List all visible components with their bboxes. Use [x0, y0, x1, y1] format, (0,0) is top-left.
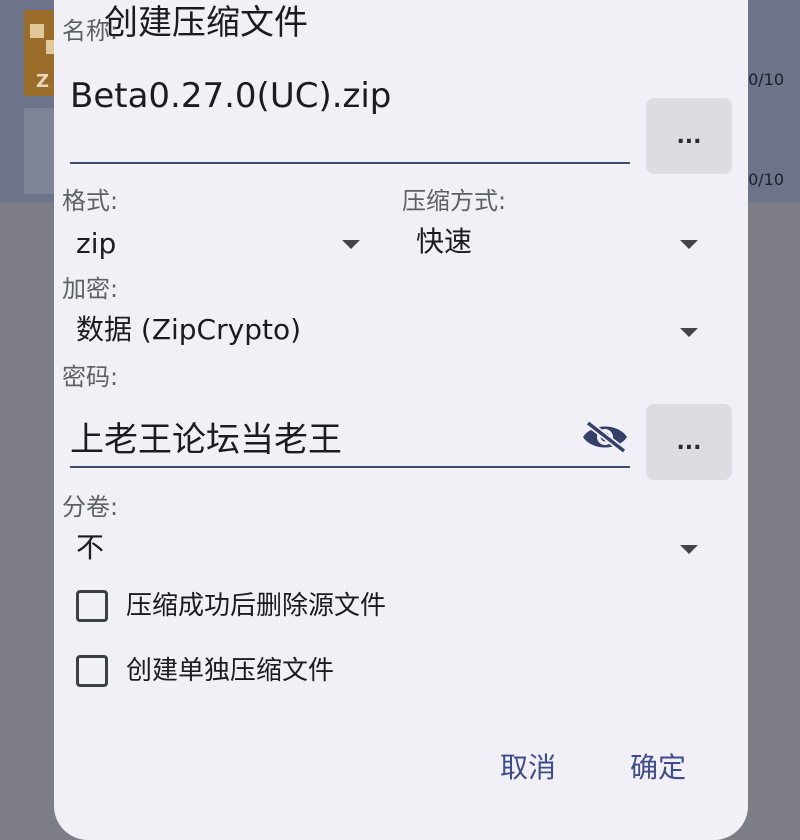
split-label: 分卷:: [62, 493, 119, 521]
format-select[interactable]: zip: [76, 226, 116, 262]
thumb-pattern: [30, 24, 44, 38]
password-button-label: ...: [676, 429, 702, 455]
password-input-underline: [70, 466, 630, 468]
dialog-title: 创建压缩文件: [104, 3, 308, 43]
encrypt-select[interactable]: 数据 (ZipCrypto): [76, 312, 301, 348]
cancel-button[interactable]: 取消: [500, 750, 556, 786]
format-label: 格式:: [62, 187, 119, 215]
password-generate-button[interactable]: ...: [646, 404, 732, 480]
browse-button[interactable]: ...: [646, 98, 732, 174]
password-input[interactable]: 上老王论坛当老王: [70, 418, 342, 462]
name-label: 名称:: [62, 17, 119, 45]
method-label: 压缩方式:: [402, 187, 507, 215]
delete-source-label: 压缩成功后删除源文件: [126, 591, 387, 621]
eye-off-icon[interactable]: [580, 420, 630, 454]
file-meta: 0/10: [748, 70, 784, 89]
file-meta: 0/10: [748, 170, 784, 189]
browse-button-label: ...: [676, 123, 702, 149]
separate-archive-checkbox[interactable]: [76, 655, 108, 687]
method-select[interactable]: 快速: [416, 224, 472, 260]
split-select[interactable]: 不: [76, 530, 104, 566]
separate-archive-label: 创建单独压缩文件: [126, 656, 335, 686]
thumb-letter: Z: [36, 71, 50, 92]
create-archive-dialog: 创建压缩文件 名称: Beta0.27.0(UC).zip ... 格式: 压缩…: [54, 0, 748, 840]
dropdown-arrow-icon[interactable]: [680, 240, 698, 249]
dropdown-arrow-icon[interactable]: [680, 545, 698, 554]
dropdown-arrow-icon[interactable]: [342, 240, 360, 249]
delete-source-checkbox[interactable]: [76, 590, 108, 622]
name-input-underline: [70, 162, 630, 164]
name-input[interactable]: Beta0.27.0(UC).zip: [70, 74, 391, 118]
dropdown-arrow-icon[interactable]: [680, 328, 698, 337]
password-label: 密码:: [62, 363, 119, 391]
ok-button[interactable]: 确定: [630, 750, 686, 786]
encrypt-label: 加密:: [62, 275, 119, 303]
